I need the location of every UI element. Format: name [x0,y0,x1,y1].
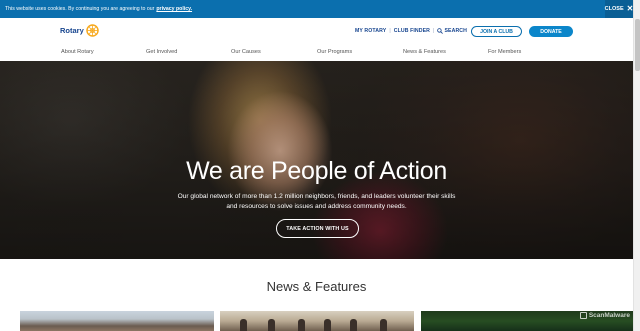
search-icon [437,28,444,34]
rotary-logo[interactable]: Rotary [60,24,99,37]
news-section-title: News & Features [266,279,367,294]
nav-for-members[interactable]: For Members [488,49,521,55]
privacy-policy-link[interactable]: privacy policy. [156,6,192,12]
cookie-banner: This website uses cookies. By continuing… [0,0,633,18]
photo-figure [324,319,331,331]
join-a-club-button[interactable]: JOIN A CLUB [471,26,522,37]
nav-separator: | [433,28,435,34]
scrollbar[interactable] [633,0,640,331]
nav-our-causes[interactable]: Our Causes [231,49,261,55]
search-link[interactable]: SEARCH [444,28,467,34]
donate-button[interactable]: DONATE [529,26,573,37]
hero-subtitle: Our global network of more than 1.2 mill… [177,193,456,210]
take-action-button[interactable]: TAKE ACTION WITH US [276,219,359,238]
photo-figure [380,319,387,331]
nav-separator: | [389,28,391,34]
utility-nav: MY ROTARY | CLUB FINDER | SEARCH [355,28,467,34]
photo-figure [268,319,275,331]
nav-our-programs[interactable]: Our Programs [317,49,352,55]
logo-text: Rotary [60,26,84,35]
nav-get-involved[interactable]: Get Involved [146,49,177,55]
watermark-text: ScanMalware [588,312,630,319]
rotary-wheel-icon [86,24,99,37]
watermark: ScanMalware [579,312,630,319]
photo-figure [350,319,357,331]
club-finder-link[interactable]: CLUB FINDER [394,28,430,34]
main-nav: About Rotary Get Involved Our Causes Our… [0,49,633,59]
watermark-icon [579,312,587,319]
photo-figure [298,319,305,331]
news-card-image[interactable] [220,311,414,331]
cookie-text: This website uses cookies. By continuing… [5,6,155,12]
site-header: Rotary MY ROTARY | CLUB FINDER | SEARCH … [0,18,633,61]
my-rotary-link[interactable]: MY ROTARY [355,28,386,34]
scrollbar-thumb[interactable] [635,19,640,71]
cookie-close-button[interactable]: CLOSE ✕ [605,0,633,18]
news-card-image[interactable] [20,311,214,331]
hero-title: We are People of Action [186,157,447,185]
cookie-close-label: CLOSE [604,6,624,12]
photo-figure [240,319,247,331]
nav-about-rotary[interactable]: About Rotary [61,49,94,55]
hero-banner: We are People of Action Our global netwo… [0,61,633,259]
nav-news-features[interactable]: News & Features [403,49,446,55]
